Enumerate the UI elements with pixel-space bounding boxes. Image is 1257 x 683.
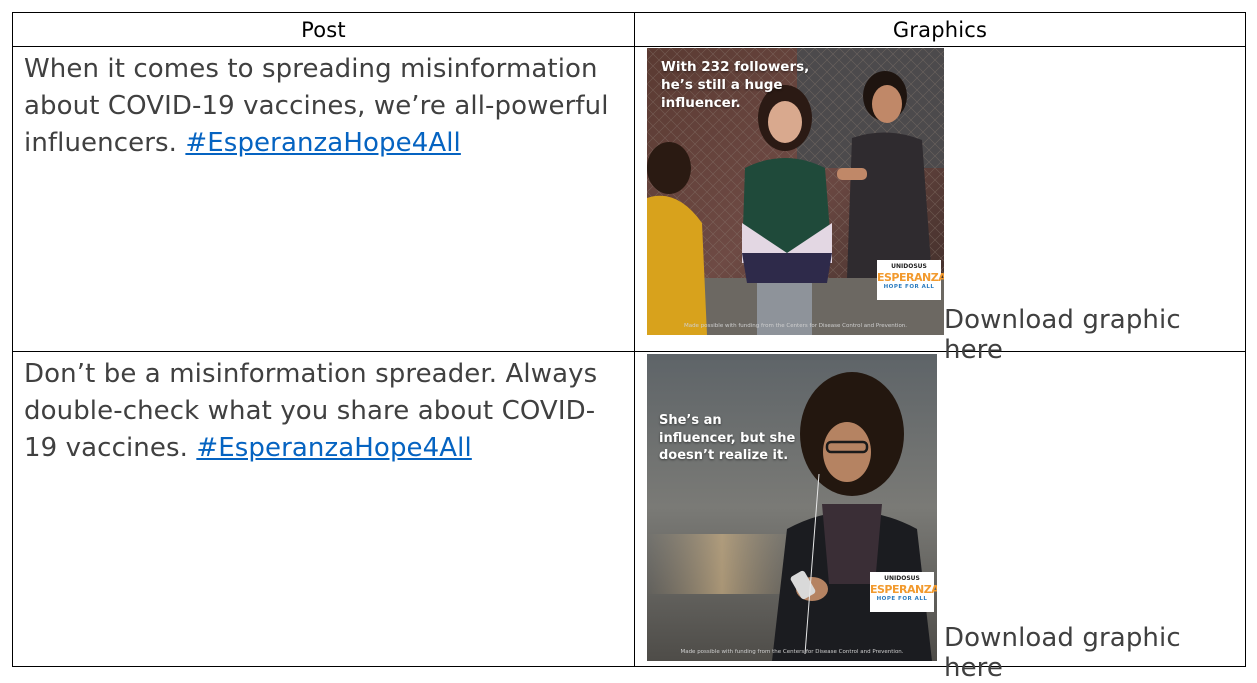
- photo-scene: [647, 354, 937, 661]
- graphic-credit: Made possible with funding from the Cent…: [683, 323, 908, 329]
- graphic-headline: With 232 followers, he’s still a huge in…: [661, 59, 810, 111]
- logo-line-esperanza: ESPERANZA: [877, 271, 944, 284]
- graphic-credit: Made possible with funding from the Cent…: [680, 649, 904, 655]
- graphic-headline: She’s an influencer, but she doesn’t rea…: [659, 413, 796, 463]
- post-text: Don’t be a misinformation spreader. Alwa…: [13, 352, 634, 467]
- header-graphics: Graphics: [634, 12, 1246, 47]
- post-cell: When it comes to spreading misinformatio…: [12, 46, 635, 352]
- hashtag-link[interactable]: #EsperanzaHope4All: [196, 433, 471, 463]
- graphics-cell: She’s an influencer, but she doesn’t rea…: [634, 351, 1246, 683]
- logo-line-unidosus: UNIDOSUS: [891, 263, 927, 270]
- logo-line-unidosus: UNIDOSUS: [884, 575, 920, 582]
- post-cell: Don’t be a misinformation spreader. Alwa…: [12, 351, 635, 667]
- campaign-graphic-image[interactable]: With 232 followers, he’s still a huge in…: [647, 48, 944, 335]
- download-graphic-label[interactable]: Download graphic here: [944, 623, 1245, 683]
- logo-line-esperanza: ESPERANZA: [870, 583, 937, 596]
- table-row: When it comes to spreading misinformatio…: [12, 46, 1246, 365]
- table-row: Don’t be a misinformation spreader. Alwa…: [12, 351, 1246, 683]
- logo-line-hope: HOPE FOR ALL: [883, 284, 935, 290]
- esperanza-logo: UNIDOSUS ESPERANZA HOPE FOR ALL: [877, 260, 944, 300]
- header-row: Post Graphics: [12, 12, 1246, 47]
- post-text: When it comes to spreading misinformatio…: [13, 47, 634, 162]
- logo-line-hope: HOPE FOR ALL: [876, 596, 928, 602]
- header-post: Post: [12, 12, 635, 47]
- graphics-cell: With 232 followers, he’s still a huge in…: [634, 46, 1246, 365]
- posts-table: Post Graphics When it comes to spreading…: [12, 12, 1246, 683]
- campaign-graphic-image[interactable]: She’s an influencer, but she doesn’t rea…: [647, 354, 937, 661]
- hashtag-link[interactable]: #EsperanzaHope4All: [185, 128, 460, 158]
- esperanza-logo: UNIDOSUS ESPERANZA HOPE FOR ALL: [870, 572, 937, 612]
